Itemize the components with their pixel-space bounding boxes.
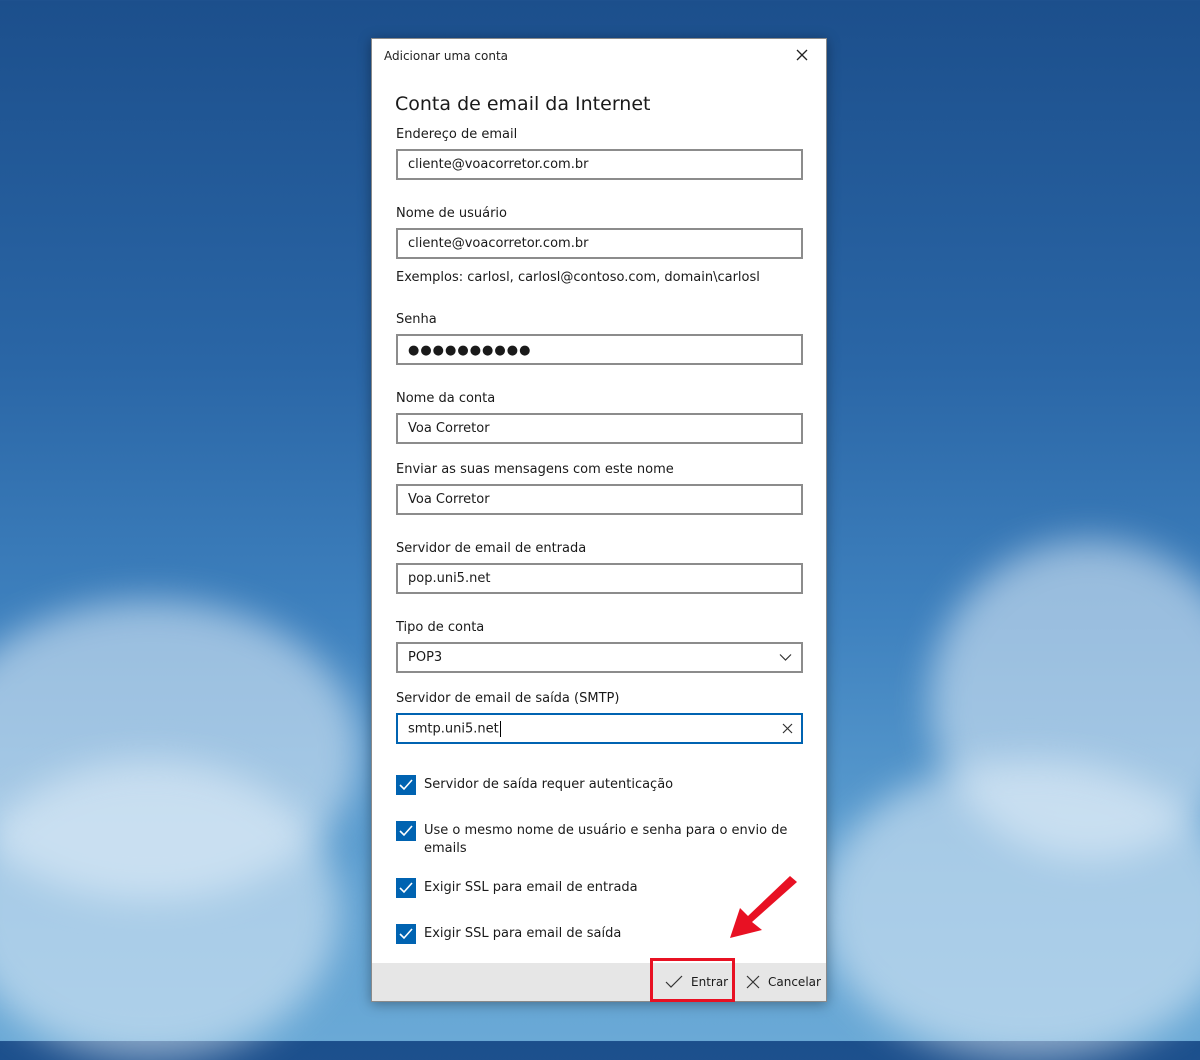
incoming-server-label: Servidor de email de entrada [396,541,587,556]
checkmark-icon [399,928,413,940]
checkbox-checked[interactable] [396,924,416,944]
username-field[interactable]: cliente@voacorretor.com.br [396,228,803,259]
username-value: cliente@voacorretor.com.br [408,236,589,251]
username-hint: Exemplos: carlosl, carlosl@contoso.com, … [396,270,760,285]
account-type-value: POP3 [408,650,443,665]
text-caret [499,721,501,737]
cancel-button-label: Cancelar [768,975,821,989]
checkbox-label: Servidor de saída requer autenticação [424,777,674,792]
password-value: ●●●●●●●●●● [408,343,532,358]
account-type-select[interactable]: POP3 [396,642,803,673]
checkbox-same-credentials[interactable]: Use o mesmo nome de usuário e senha para… [396,821,806,861]
dialog-titlebar: Adicionar uma conta [372,39,826,71]
sender-name-value: Voa Corretor [408,492,490,507]
checkmark-icon [399,779,413,791]
close-icon [746,975,760,989]
password-field[interactable]: ●●●●●●●●●● [396,334,803,365]
password-label: Senha [396,312,437,327]
checkmark-icon [399,825,413,837]
highlight-box [650,958,735,1002]
arrow-icon [730,876,797,938]
checkbox-outgoing-auth[interactable]: Servidor de saída requer autenticação [396,775,806,797]
email-field[interactable]: cliente@voacorretor.com.br [396,149,803,180]
checkbox-checked[interactable] [396,878,416,898]
dialog-footer: Entrar Cancelar [372,963,826,1001]
account-name-value: Voa Corretor [408,421,490,436]
chevron-down-icon [779,654,792,661]
incoming-server-value: pop.uni5.net [408,571,491,586]
outgoing-server-value: smtp.uni5.net [408,721,499,737]
checkbox-label: Use o mesmo nome de usuário e senha para… [424,823,788,856]
checkbox-checked[interactable] [396,775,416,795]
close-icon[interactable] [792,45,812,65]
sender-name-field[interactable]: Voa Corretor [396,484,803,515]
sender-name-label: Enviar as suas mensagens com este nome [396,462,674,477]
dialog-title: Adicionar uma conta [384,49,508,63]
incoming-server-field[interactable]: pop.uni5.net [396,563,803,594]
email-label: Endereço de email [396,127,518,142]
checkbox-checked[interactable] [396,821,416,841]
cancel-button[interactable]: Cancelar [746,963,821,1001]
username-label: Nome de usuário [396,206,507,221]
clear-icon[interactable] [782,723,793,734]
cloud [820,760,1200,1060]
add-account-dialog: Adicionar uma conta Conta de email da In… [371,38,827,1002]
account-name-label: Nome da conta [396,391,496,406]
page-title: Conta de email da Internet [395,93,651,115]
outgoing-server-field[interactable]: smtp.uni5.net [396,713,803,744]
account-type-label: Tipo de conta [396,620,485,635]
account-name-field[interactable]: Voa Corretor [396,413,803,444]
email-value: cliente@voacorretor.com.br [408,157,589,172]
outgoing-server-label: Servidor de email de saída (SMTP) [396,691,620,706]
checkmark-icon [399,882,413,894]
